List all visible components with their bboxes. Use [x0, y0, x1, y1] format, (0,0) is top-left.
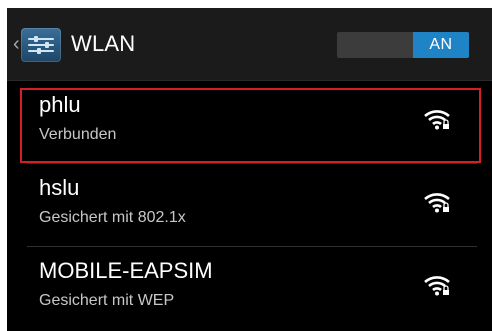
wifi-lock-icon: [424, 275, 450, 297]
action-bar: ‹ WLAN AN: [7, 8, 492, 81]
list-item-network-mobile-eapsim[interactable]: MOBILE-EAPSIM Gesichert mit WEP: [7, 247, 492, 329]
sliders-icon[interactable]: [21, 28, 61, 62]
network-ssid: hslu: [39, 175, 80, 200]
wifi-lock-icon: [424, 109, 450, 131]
network-status: Gesichert mit 802.1x: [39, 209, 186, 226]
page-title: WLAN: [71, 31, 136, 56]
network-ssid: phlu: [39, 92, 81, 117]
list-item-network-hslu[interactable]: hslu Gesichert mit 802.1x: [7, 164, 492, 246]
network-status: Gesichert mit WEP: [39, 292, 175, 309]
wifi-toggle[interactable]: AN: [337, 32, 469, 58]
list-item-network-phlu[interactable]: phlu Verbunden: [7, 81, 492, 163]
network-status: Verbunden: [39, 126, 117, 143]
wifi-toggle-on-label: AN: [413, 32, 469, 58]
wifi-lock-icon: [424, 192, 450, 214]
wifi-settings-screen: ‹ WLAN AN phlu Verbunden hslu Gesichert …: [7, 8, 492, 331]
network-ssid: MOBILE-EAPSIM: [39, 258, 213, 283]
